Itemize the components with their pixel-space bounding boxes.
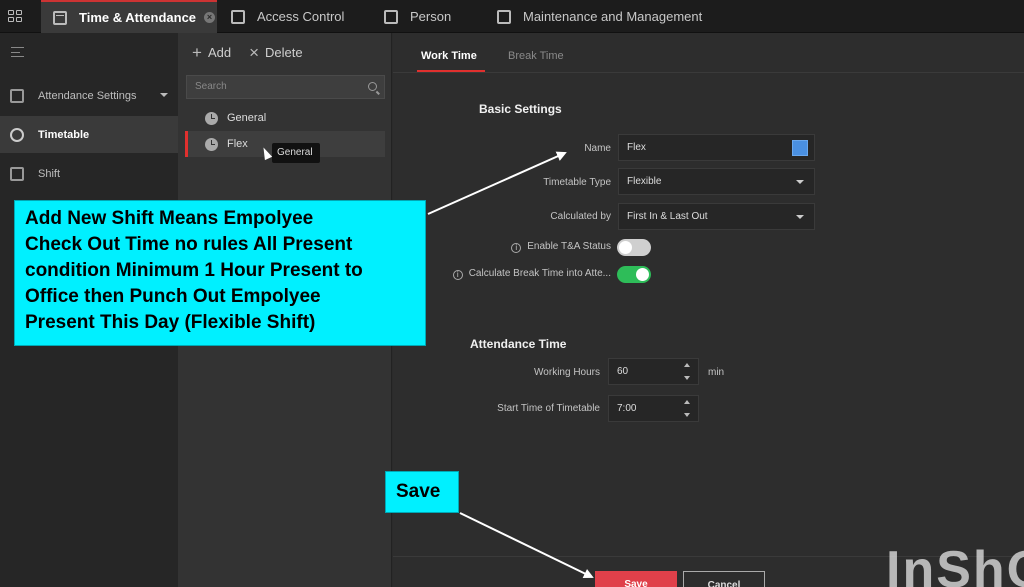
arrow-to-save-button	[459, 512, 594, 579]
app-window: Time & Attendance × Access Control Perso…	[0, 0, 1024, 587]
annotation-arrows	[427, 151, 594, 579]
watermark-logo: InShO	[886, 541, 1024, 587]
arrow-to-name-field	[427, 151, 567, 215]
